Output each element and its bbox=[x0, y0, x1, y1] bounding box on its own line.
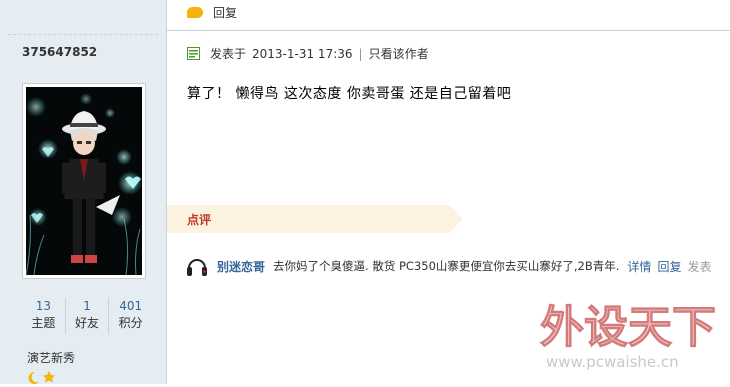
stat-points-value[interactable]: 401 bbox=[109, 298, 152, 314]
stat-friends-label: 好友 bbox=[75, 316, 100, 330]
comment-detail-link[interactable]: 详情 bbox=[627, 258, 651, 275]
post-status-icon bbox=[187, 47, 200, 60]
stat-friends[interactable]: 1 好友 bbox=[66, 298, 110, 334]
reply-bubble-icon bbox=[187, 7, 203, 18]
post-meta: 发表于 2013-1-31 17:36 | 只看该作者 bbox=[187, 45, 429, 62]
reply-link[interactable]: 回复 bbox=[213, 4, 237, 21]
comment-author[interactable]: 别迷恋哥 bbox=[217, 258, 265, 275]
author-username[interactable]: 375647852 bbox=[22, 45, 97, 59]
sidebar-top-strip bbox=[0, 0, 166, 30]
post-content: 算了！ 懒得鸟 这次态度 你卖哥蛋 还是自己留着吧 bbox=[187, 86, 512, 102]
author-sidebar: 375647852 13 主题 1 好友 401 积分 演艺新秀 bbox=[0, 0, 167, 384]
comment-section-header: 点评 bbox=[167, 205, 463, 233]
avatar[interactable] bbox=[22, 83, 146, 279]
watermark-url: www.pcwaishe.cn bbox=[546, 353, 679, 371]
stat-topics[interactable]: 13 主题 bbox=[22, 298, 66, 334]
rank-icon bbox=[27, 370, 57, 387]
only-author-link[interactable]: 只看该作者 bbox=[369, 45, 429, 62]
meta-divider: | bbox=[358, 46, 363, 61]
post-divider bbox=[167, 30, 730, 31]
reply-action[interactable]: 回复 bbox=[187, 4, 237, 21]
sidebar-divider bbox=[8, 34, 158, 35]
stat-points[interactable]: 401 积分 bbox=[109, 298, 152, 334]
avatar-image bbox=[26, 87, 142, 275]
stat-topics-value[interactable]: 13 bbox=[22, 298, 65, 314]
user-rank-title[interactable]: 演艺新秀 bbox=[27, 349, 75, 366]
post-timestamp: 2013-1-31 17:36 bbox=[252, 46, 353, 61]
post-main: 回复 发表于 2013-1-31 17:36 | 只看该作者 算了！ 懒得鸟 这… bbox=[167, 0, 730, 384]
comment-section-label: 点评 bbox=[187, 213, 212, 227]
watermark-title: 外设天下 bbox=[540, 302, 716, 353]
stat-topics-label: 主题 bbox=[31, 316, 56, 330]
author-stats: 13 主题 1 好友 401 积分 bbox=[22, 298, 152, 334]
comment-trailing-text: 发表 bbox=[687, 259, 712, 274]
comment-reply-link[interactable]: 回复 bbox=[657, 258, 681, 275]
headphones-icon[interactable] bbox=[185, 254, 209, 278]
site-watermark: 外设天下 www.pcwaishe.cn bbox=[540, 302, 717, 372]
comment-item: 别迷恋哥 去你妈了个臭傻逼. 散货 PC350山寨更便宜你去买山寨好了,2B青年… bbox=[185, 254, 730, 278]
stat-friends-value[interactable]: 1 bbox=[66, 298, 109, 314]
stat-points-label: 积分 bbox=[118, 316, 143, 330]
comment-text: 去你妈了个臭傻逼. 散货 PC350山寨更便宜你去买山寨好了,2B青年. bbox=[273, 259, 620, 273]
posted-prefix: 发表于 bbox=[210, 47, 247, 61]
